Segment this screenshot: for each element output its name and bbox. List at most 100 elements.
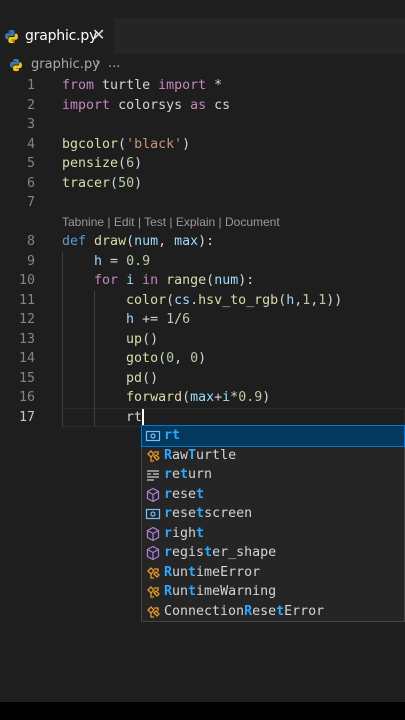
python-icon xyxy=(10,58,22,72)
code-text: tracer(50) xyxy=(62,176,142,191)
suggestion-item[interactable]: RuntimeWarning xyxy=(142,582,404,602)
code-token: () xyxy=(142,331,159,347)
code-token: color xyxy=(126,292,167,308)
suggestion-label: right xyxy=(164,526,204,541)
label-text: imeWarning xyxy=(196,584,277,599)
suggestion-item[interactable]: RuntimeError xyxy=(142,563,404,583)
suggestion-item[interactable]: resetscreen xyxy=(142,504,404,524)
code-text: pensize(6) xyxy=(62,156,142,171)
match-highlight: rt xyxy=(164,428,181,443)
code-token: / xyxy=(174,312,183,327)
suggestion-item[interactable]: ConnectionResetError xyxy=(142,602,404,622)
code-line[interactable]: 8 def draw(num, max): xyxy=(0,232,405,252)
code-token: turtle xyxy=(102,78,151,93)
code-line[interactable]: 2 import colorsys as cs xyxy=(0,96,405,116)
suggestion-label: resetscreen xyxy=(164,506,252,521)
breadcrumb-file[interactable]: graphic.py xyxy=(31,57,100,72)
code-token: ( xyxy=(118,136,127,152)
code-line[interactable]: 7 xyxy=(0,193,405,213)
match-highlight: r xyxy=(164,506,173,521)
code-token: 0 xyxy=(190,351,199,366)
line-number: 14 xyxy=(18,351,35,366)
suggestion-label: RawTurtle xyxy=(164,448,236,463)
suggestion-item[interactable]: rt xyxy=(141,425,405,447)
codelens-actions[interactable]: Tabnine | Edit | Test | Explain | Docume… xyxy=(62,215,280,229)
suggestion-label: ConnectionResetError xyxy=(164,604,324,619)
code-text: bgcolor('black') xyxy=(62,137,190,152)
code-line[interactable]: 11 color(cs.hsv_to_rgb(h,1,1)) xyxy=(0,291,405,311)
code-token: ( xyxy=(126,234,135,249)
match-highlight: R xyxy=(164,564,173,580)
code-token: ) xyxy=(134,156,143,171)
tab-label: graphic.py xyxy=(25,28,98,44)
code-token: 6 xyxy=(126,156,135,171)
code-token: tracer xyxy=(62,175,111,191)
code-line[interactable]: 1 from turtle import * xyxy=(0,76,405,96)
label-text: Error xyxy=(284,603,325,619)
code-token: 1 xyxy=(166,312,175,327)
close-icon[interactable]: ✕ xyxy=(92,25,105,44)
code-line[interactable]: 13 up() xyxy=(0,330,405,350)
code-line[interactable]: 10 for i in range(num): xyxy=(0,271,405,291)
code-token: for xyxy=(94,273,119,288)
label-text: er_shape xyxy=(212,545,277,560)
code-token: cs xyxy=(174,292,191,308)
code-line[interactable]: 9 h = 0.9 xyxy=(0,252,405,272)
keyword-icon xyxy=(145,467,161,483)
match-highlight: t xyxy=(276,603,285,619)
code-line[interactable]: 14 goto(0, 0) xyxy=(0,349,405,369)
code-token: ) xyxy=(198,351,207,366)
code-line[interactable]: 5 pensize(6) xyxy=(0,154,405,174)
suggestion-label: RuntimeWarning xyxy=(164,584,276,599)
code-token: draw xyxy=(94,234,127,249)
label-text: imeError xyxy=(196,564,261,580)
code-token: += xyxy=(134,312,167,327)
suggestion-label: reset xyxy=(164,487,204,502)
suggestion-item[interactable]: register_shape xyxy=(142,543,404,563)
line-number: 17 xyxy=(18,409,35,425)
code-token: num xyxy=(134,234,159,249)
code-line[interactable]: 16 forward(max+i*0.9) xyxy=(0,388,405,408)
code-line[interactable]: 3 xyxy=(0,115,405,135)
breadcrumb-more[interactable]: ... xyxy=(108,56,120,71)
match-highlight: r xyxy=(164,545,173,560)
code-token: def xyxy=(62,234,87,249)
label-text: ese xyxy=(172,486,197,502)
suggestion-item[interactable]: reset xyxy=(142,485,404,505)
class-icon xyxy=(145,584,161,600)
code-line[interactable]: 6 tracer(50) xyxy=(0,174,405,194)
suggestion-label: rt xyxy=(164,428,180,443)
code-token: import xyxy=(62,97,111,113)
indent-guide xyxy=(62,251,63,427)
code-token: as xyxy=(190,97,207,113)
code-token: bgcolor xyxy=(62,136,119,152)
label-text: screen xyxy=(204,506,253,521)
breadcrumb: graphic.py › ... xyxy=(0,54,405,76)
code-text: import colorsys as cs xyxy=(62,98,230,113)
label-text: ese xyxy=(172,506,197,521)
code-token: h xyxy=(94,253,103,269)
suggestion-label: register_shape xyxy=(164,545,276,560)
chevron-right-icon: › xyxy=(95,55,101,71)
code-token: 50 xyxy=(118,175,135,191)
class-icon xyxy=(145,565,161,581)
label-text: aw xyxy=(172,447,189,463)
code-token: 0 xyxy=(166,351,175,366)
tab-bar: graphic.py ✕ xyxy=(0,18,405,54)
code-line[interactable]: 15 pd() xyxy=(0,369,405,389)
tab-graphic-py[interactable]: graphic.py ✕ xyxy=(0,18,114,54)
code-line[interactable]: 12 h += 1/6 xyxy=(0,310,405,330)
suggestion-item[interactable]: right xyxy=(142,524,404,544)
match-highlight: R xyxy=(164,584,173,599)
code-line[interactable]: 4 bgcolor('black') xyxy=(0,135,405,155)
suggestion-item[interactable]: return xyxy=(142,465,404,485)
label-text: urtle xyxy=(196,447,237,463)
code-text: color(cs.hsv_to_rgb(h,1,1)) xyxy=(62,293,342,308)
suggestion-item[interactable]: RawTurtle xyxy=(142,446,404,466)
code-token: hsv_to_rgb xyxy=(198,292,279,308)
